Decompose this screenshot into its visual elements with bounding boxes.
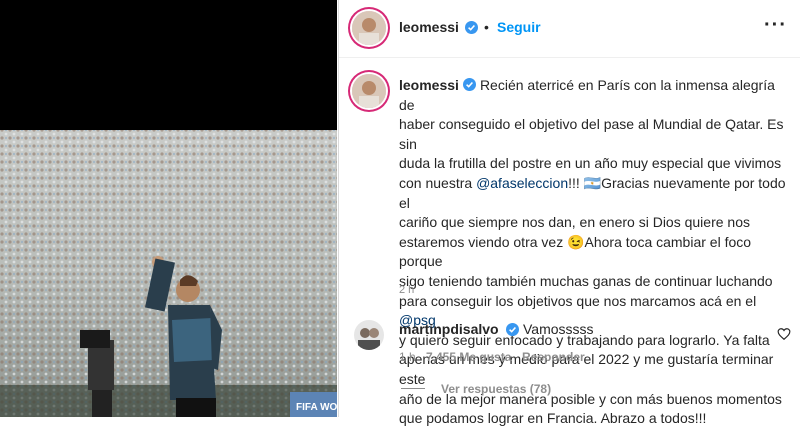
stadium-image: FIFA WO: [0, 0, 337, 417]
caption-text: duda la frutilla del postre en un año mu…: [399, 155, 782, 172]
verified-badge-icon: [462, 78, 476, 91]
caption-line: con nuestra @afaseleccion!!! 🇦🇷Gracias n…: [399, 174, 789, 213]
post-panel: leomessi • Seguir ··· leomessi Recién ate…: [338, 0, 800, 426]
commenter-avatar[interactable]: [354, 320, 384, 350]
comment-text: Vamosssss: [523, 321, 594, 337]
author-avatar[interactable]: [352, 11, 386, 45]
author-username[interactable]: leomessi: [399, 19, 459, 35]
caption-timestamp[interactable]: 2 h: [399, 284, 414, 296]
verified-badge-icon: [506, 323, 519, 336]
more-options-icon[interactable]: ···: [764, 14, 787, 37]
like-comment-heart-icon[interactable]: [777, 327, 791, 341]
post-header: leomessi • Seguir ···: [339, 0, 800, 58]
caption-author-avatar[interactable]: [352, 74, 386, 108]
replies-divider: [401, 388, 425, 389]
caption-text: para conseguir los objetivos que nos mar…: [399, 292, 757, 309]
reply-button[interactable]: Responder: [522, 350, 585, 364]
caption-line: leomessi Recién aterricé en París con la …: [399, 76, 789, 115]
caption-username[interactable]: leomessi: [399, 77, 459, 93]
caption-text: haber conseguido el objetivo del pase al…: [399, 116, 784, 152]
comment-timestamp[interactable]: 1 h: [399, 350, 416, 364]
caption-text: sigo teniendo también muchas ganas de co…: [399, 272, 773, 289]
follow-button[interactable]: Seguir: [497, 19, 541, 35]
svg-text:FIFA WO: FIFA WO: [296, 402, 337, 413]
caption-text: estaremos viendo otra vez 😉Ahora toca ca…: [399, 233, 752, 270]
caption-text: con nuestra: [399, 174, 477, 191]
comment-likes-count[interactable]: 7,455 Me gusta: [426, 350, 511, 364]
caption-text: que podamos lograr en Francia. Abrazo a …: [399, 410, 707, 427]
view-replies-button[interactable]: Ver respuestas (78): [441, 382, 551, 396]
mention-afaseleccion-link[interactable]: @afaseleccion: [476, 175, 568, 191]
post-caption: leomessi Recién aterricé en París con la …: [399, 76, 789, 429]
commenter-username[interactable]: martinpdisalvo: [399, 321, 499, 337]
caption-text: cariño que siempre nos dan, en enero si …: [399, 214, 750, 231]
verified-badge-icon: [465, 21, 478, 34]
separator-dot: •: [484, 19, 489, 35]
post-photo: FIFA WO: [0, 0, 337, 417]
